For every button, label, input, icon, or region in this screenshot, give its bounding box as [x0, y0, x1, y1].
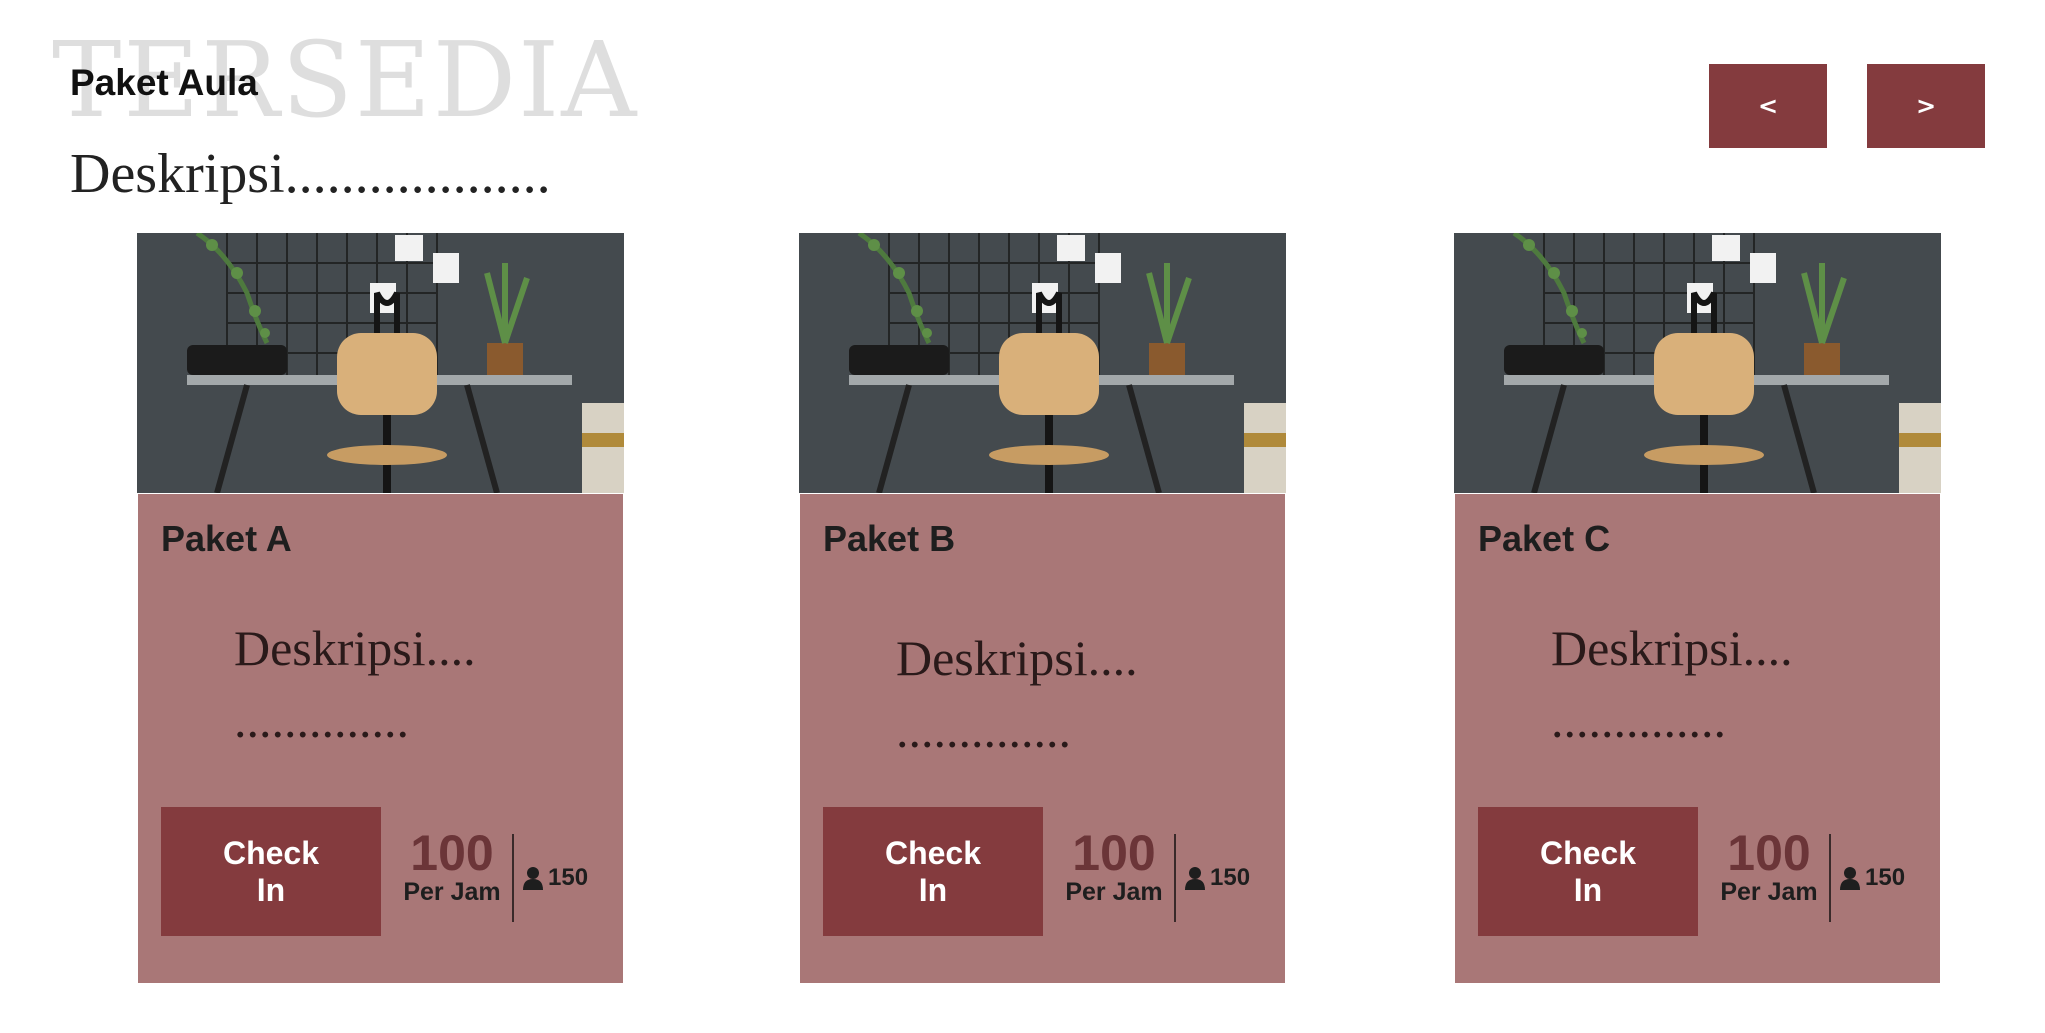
- previous-button[interactable]: <: [1709, 64, 1827, 148]
- check-in-button[interactable]: Check In: [823, 807, 1043, 936]
- package-card: Paket C Deskripsi.... .............. Che…: [1454, 233, 1941, 983]
- check-in-label: Check In: [884, 834, 982, 908]
- package-photo: [137, 233, 624, 493]
- price-unit: Per Jam: [403, 878, 501, 906]
- price: 100 Per Jam: [402, 825, 502, 907]
- price-unit: Per Jam: [1065, 878, 1163, 906]
- person-icon: [522, 866, 544, 890]
- package-photo: [799, 233, 1286, 493]
- person-icon: [1184, 866, 1206, 890]
- price-value: 100: [1072, 825, 1156, 881]
- divider: [1174, 834, 1176, 922]
- capacity-value: 150: [1865, 864, 1906, 891]
- package-description-line: Deskripsi....: [896, 630, 1138, 686]
- price: 100 Per Jam: [1719, 825, 1819, 907]
- package-description: Deskripsi.... ..............: [896, 622, 1138, 766]
- package-name: Paket B: [823, 518, 956, 559]
- package-description: Deskripsi.... ..............: [1551, 612, 1793, 756]
- capacity: 150: [1184, 864, 1250, 892]
- package-card: Paket B Deskripsi.... .............. Che…: [799, 233, 1286, 983]
- page-description: Deskripsi...................: [70, 143, 551, 205]
- capacity-value: 150: [548, 864, 589, 891]
- package-card-body: Paket C Deskripsi.... .............. Che…: [1455, 494, 1940, 983]
- capacity-value: 150: [1210, 864, 1251, 891]
- price: 100 Per Jam: [1064, 825, 1164, 907]
- divider: [512, 834, 514, 922]
- page-title: Paket Aula: [70, 62, 258, 103]
- check-in-button[interactable]: Check In: [161, 807, 381, 936]
- package-card-body: Paket A Deskripsi.... .............. Che…: [138, 494, 623, 983]
- price-unit: Per Jam: [1720, 878, 1818, 906]
- package-description-line: Deskripsi....: [1551, 620, 1793, 676]
- check-in-label: Check In: [222, 834, 320, 908]
- price-value: 100: [1727, 825, 1811, 881]
- package-description-line: ..............: [896, 702, 1071, 758]
- package-description-line: Deskripsi....: [234, 620, 476, 676]
- check-in-button[interactable]: Check In: [1478, 807, 1698, 936]
- package-description-line: ..............: [1551, 692, 1726, 748]
- next-button[interactable]: >: [1867, 64, 1985, 148]
- package-name: Paket A: [161, 518, 292, 559]
- package-name: Paket C: [1478, 518, 1611, 559]
- package-card: Paket A Deskripsi.... .............. Che…: [137, 233, 624, 983]
- person-icon: [1839, 866, 1861, 890]
- price-value: 100: [410, 825, 494, 881]
- capacity: 150: [522, 864, 588, 892]
- package-photo: [1454, 233, 1941, 493]
- capacity: 150: [1839, 864, 1905, 892]
- package-description: Deskripsi.... ..............: [234, 612, 476, 756]
- package-card-body: Paket B Deskripsi.... .............. Che…: [800, 494, 1285, 983]
- check-in-label: Check In: [1539, 834, 1637, 908]
- package-description-line: ..............: [234, 692, 409, 748]
- divider: [1829, 834, 1831, 922]
